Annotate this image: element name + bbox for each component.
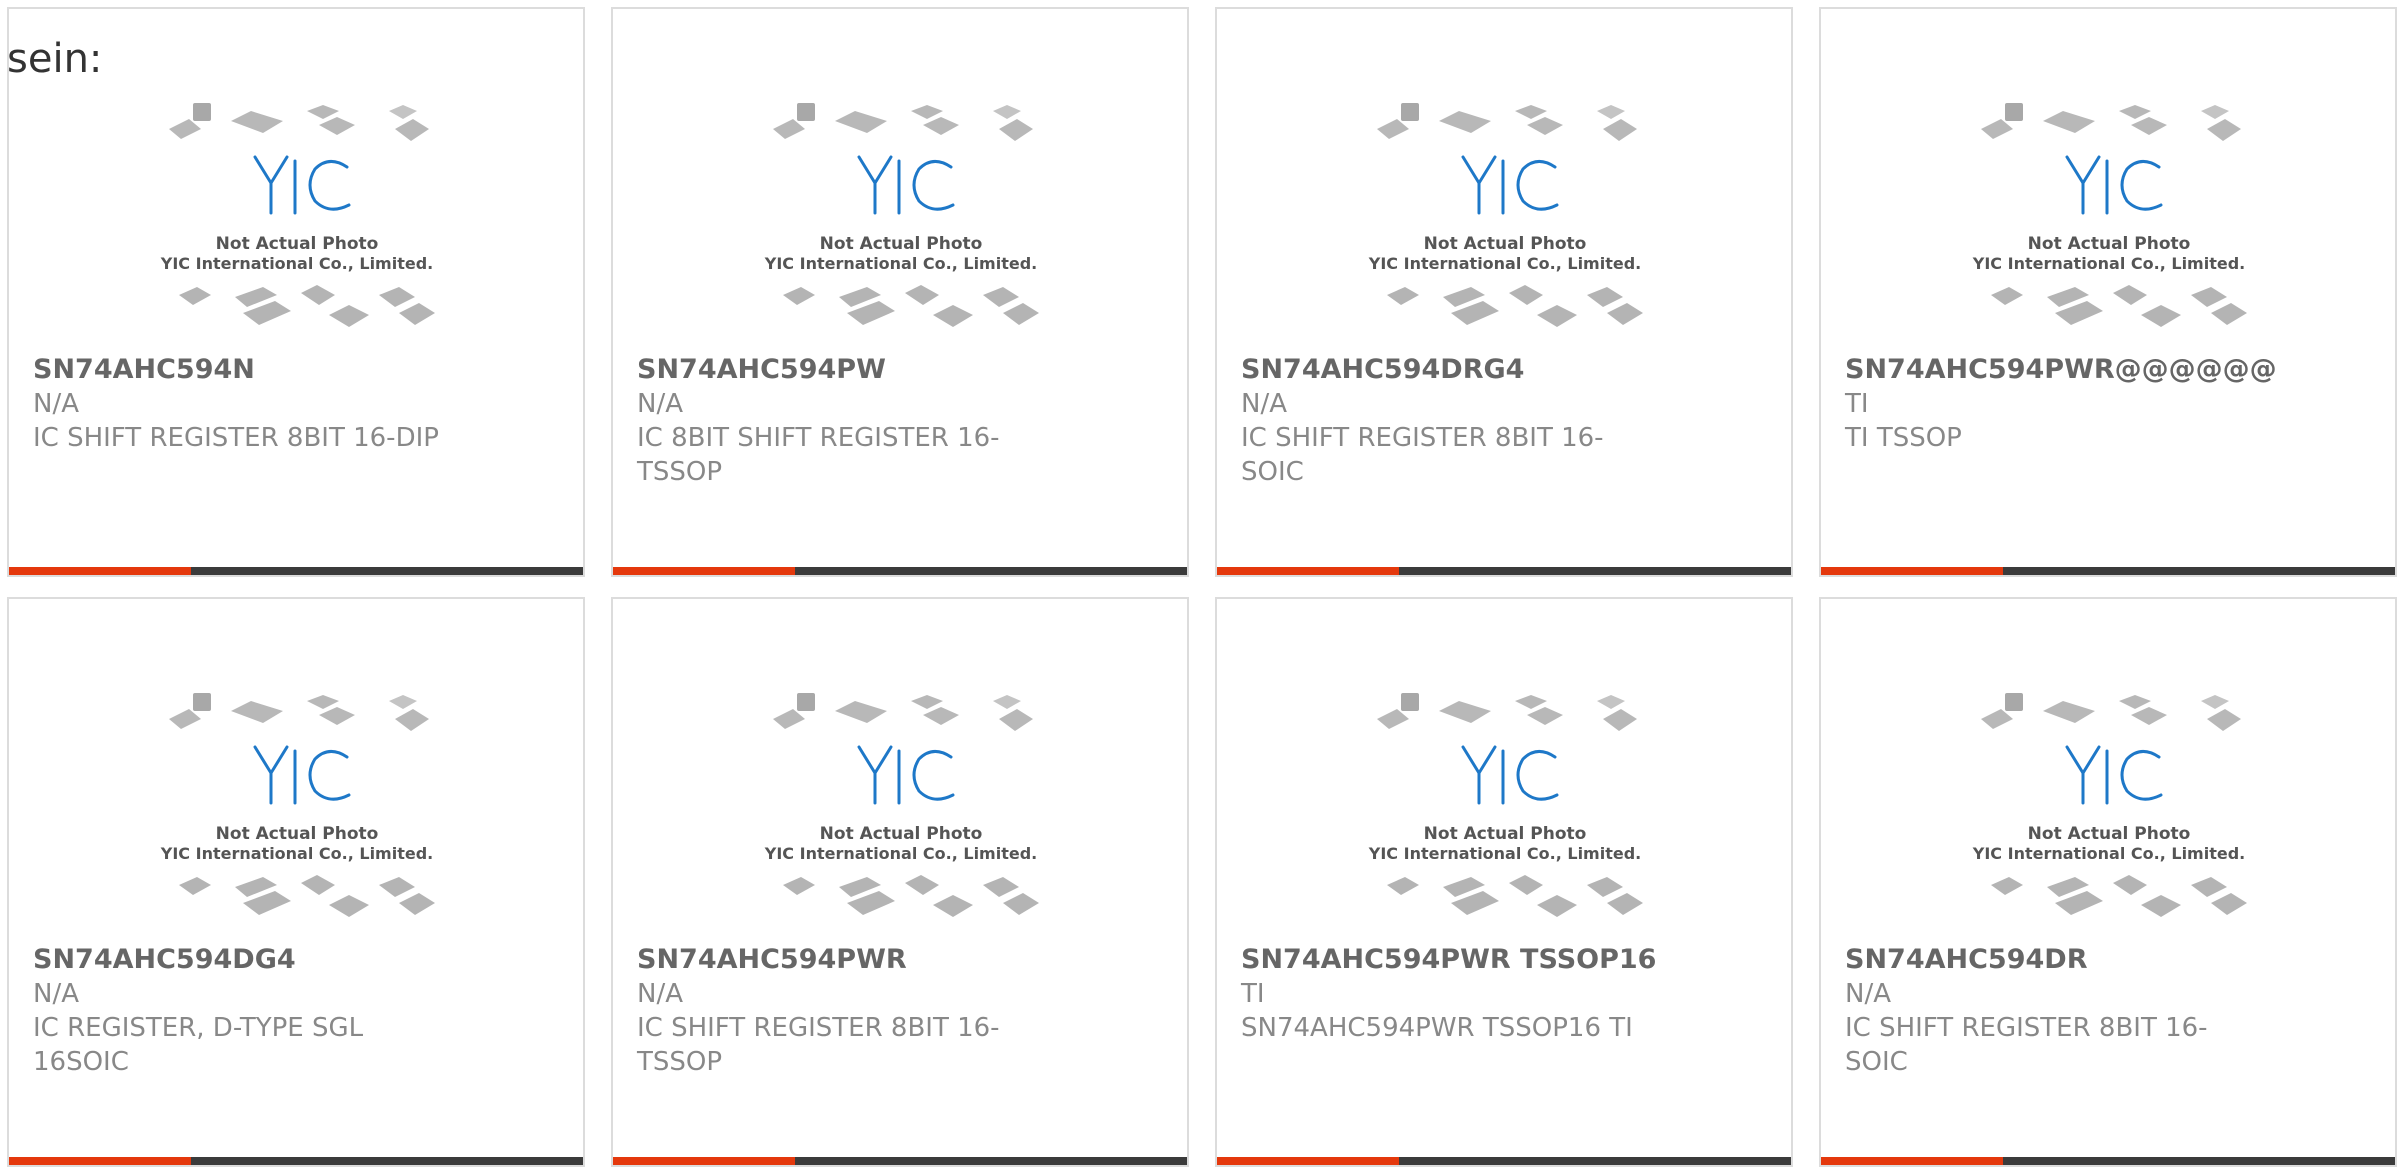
image-caption-line2: YIC International Co., Limited. (1972, 254, 2245, 273)
product-image[interactable]: Not Actual Photo YIC International Co., … (159, 99, 435, 339)
product-card[interactable]: Not Actual Photo YIC International Co., … (7, 7, 585, 577)
description: TI TSSOP (1845, 423, 1962, 453)
product-image[interactable]: Not Actual Photo YIC International Co., … (1971, 99, 2247, 339)
description: IC SHIFT REGISTER 8BIT 16-SOIC (1845, 1013, 2208, 1077)
card-footer-accent (1821, 567, 2003, 575)
image-caption-line2: YIC International Co., Limited. (764, 254, 1037, 273)
card-footer-bar (9, 567, 583, 575)
image-caption-line1: Not Actual Photo (1424, 234, 1587, 254)
product-info: SN74AHC594PWR@@@@@@ TI TI TSSOP (1845, 353, 2277, 455)
product-card[interactable]: Not Actual Photo YIC International Co., … (7, 597, 585, 1167)
product-image[interactable]: Not Actual Photo YIC International Co., … (159, 689, 435, 929)
product-image[interactable]: Not Actual Photo YIC International Co., … (1367, 99, 1643, 339)
image-caption-line2: YIC International Co., Limited. (1368, 254, 1641, 273)
product-info: SN74AHC594PW N/A IC 8BIT SHIFT REGISTER … (637, 353, 1057, 489)
card-footer-bar (9, 1157, 583, 1165)
not-actual-photo-icon: Not Actual Photo YIC International Co., … (764, 693, 1039, 917)
card-footer-accent (9, 567, 191, 575)
product-grid: Not Actual Photo YIC International Co., … (0, 0, 2400, 1167)
description: IC 8BIT SHIFT REGISTER 16-TSSOP (637, 423, 1000, 487)
description: SN74AHC594PWR TSSOP16 TI (1241, 1013, 1633, 1043)
image-caption-line2: YIC International Co., Limited. (1368, 844, 1641, 863)
description: IC SHIFT REGISTER 8BIT 16-DIP (33, 423, 439, 453)
product-info: SN74AHC594N N/A IC SHIFT REGISTER 8BIT 1… (33, 353, 453, 455)
image-caption-line1: Not Actual Photo (216, 234, 379, 254)
part-number-link[interactable]: SN74AHC594DR (1845, 943, 2265, 977)
description: IC SHIFT REGISTER 8BIT 16-TSSOP (637, 1013, 1000, 1077)
image-caption-line1: Not Actual Photo (820, 234, 983, 254)
card-footer-accent (1821, 1157, 2003, 1165)
manufacturer: TI (1241, 979, 1265, 1009)
product-info: SN74AHC594DRG4 N/A IC SHIFT REGISTER 8BI… (1241, 353, 1661, 489)
product-card[interactable]: Not Actual Photo YIC International Co., … (1819, 597, 2397, 1167)
image-caption-line2: YIC International Co., Limited. (160, 254, 433, 273)
image-caption-line1: Not Actual Photo (2028, 824, 2191, 844)
part-number-link[interactable]: SN74AHC594DG4 (33, 943, 453, 977)
part-number-link[interactable]: SN74AHC594DRG4 (1241, 353, 1661, 387)
not-actual-photo-icon: Not Actual Photo YIC International Co., … (160, 693, 435, 917)
manufacturer: TI (1845, 389, 1869, 419)
part-number-link[interactable]: SN74AHC594PWR@@@@@@ (1845, 353, 2277, 387)
not-actual-photo-icon: Not Actual Photo YIC International Co., … (764, 103, 1039, 327)
card-footer-bar (1821, 1157, 2395, 1165)
part-number-link[interactable]: SN74AHC594PW (637, 353, 1057, 387)
manufacturer: N/A (33, 389, 79, 419)
product-image[interactable]: Not Actual Photo YIC International Co., … (1971, 689, 2247, 929)
image-caption-line2: YIC International Co., Limited. (764, 844, 1037, 863)
card-footer-bar (613, 1157, 1187, 1165)
card-footer-bar (1217, 567, 1791, 575)
product-card[interactable]: Not Actual Photo YIC International Co., … (611, 597, 1189, 1167)
card-footer-accent (1217, 1157, 1399, 1165)
card-footer-bar (1821, 567, 2395, 575)
image-caption-line1: Not Actual Photo (820, 824, 983, 844)
image-caption-line1: Not Actual Photo (1424, 824, 1587, 844)
not-actual-photo-icon: Not Actual Photo YIC International Co., … (1368, 103, 1643, 327)
page-prefix-text: sein: (7, 36, 103, 82)
image-caption-line1: Not Actual Photo (2028, 234, 2191, 254)
part-number-link[interactable]: SN74AHC594PWR (637, 943, 1057, 977)
description: IC SHIFT REGISTER 8BIT 16-SOIC (1241, 423, 1604, 487)
product-card[interactable]: Not Actual Photo YIC International Co., … (1215, 597, 1793, 1167)
part-number-link[interactable]: SN74AHC594PWR TSSOP16 (1241, 943, 1661, 977)
card-footer-accent (9, 1157, 191, 1165)
product-info: SN74AHC594PWR N/A IC SHIFT REGISTER 8BIT… (637, 943, 1057, 1079)
description: IC REGISTER, D-TYPE SGL 16SOIC (33, 1013, 364, 1077)
image-caption-line1: Not Actual Photo (216, 824, 379, 844)
part-number-link[interactable]: SN74AHC594N (33, 353, 453, 387)
manufacturer: N/A (33, 979, 79, 1009)
not-actual-photo-icon: Not Actual Photo YIC International Co., … (1368, 693, 1643, 917)
product-card[interactable]: Not Actual Photo YIC International Co., … (611, 7, 1189, 577)
product-card[interactable]: Not Actual Photo YIC International Co., … (1215, 7, 1793, 577)
manufacturer: N/A (637, 389, 683, 419)
card-footer-accent (1217, 567, 1399, 575)
product-info: SN74AHC594PWR TSSOP16 TI SN74AHC594PWR T… (1241, 943, 1661, 1045)
not-actual-photo-icon: Not Actual Photo YIC International Co., … (1972, 103, 2247, 327)
product-image[interactable]: Not Actual Photo YIC International Co., … (1367, 689, 1643, 929)
product-image[interactable]: Not Actual Photo YIC International Co., … (763, 99, 1039, 339)
not-actual-photo-icon: Not Actual Photo YIC International Co., … (1972, 693, 2247, 917)
card-footer-accent (613, 567, 795, 575)
manufacturer: N/A (1845, 979, 1891, 1009)
manufacturer: N/A (1241, 389, 1287, 419)
card-footer-bar (613, 567, 1187, 575)
product-card[interactable]: Not Actual Photo YIC International Co., … (1819, 7, 2397, 577)
card-footer-bar (1217, 1157, 1791, 1165)
image-caption-line2: YIC International Co., Limited. (160, 844, 433, 863)
card-footer-accent (613, 1157, 795, 1165)
product-image[interactable]: Not Actual Photo YIC International Co., … (763, 689, 1039, 929)
manufacturer: N/A (637, 979, 683, 1009)
product-info: SN74AHC594DG4 N/A IC REGISTER, D-TYPE SG… (33, 943, 453, 1079)
product-info: SN74AHC594DR N/A IC SHIFT REGISTER 8BIT … (1845, 943, 2265, 1079)
not-actual-photo-icon: Not Actual Photo YIC International Co., … (160, 103, 435, 327)
image-caption-line2: YIC International Co., Limited. (1972, 844, 2245, 863)
